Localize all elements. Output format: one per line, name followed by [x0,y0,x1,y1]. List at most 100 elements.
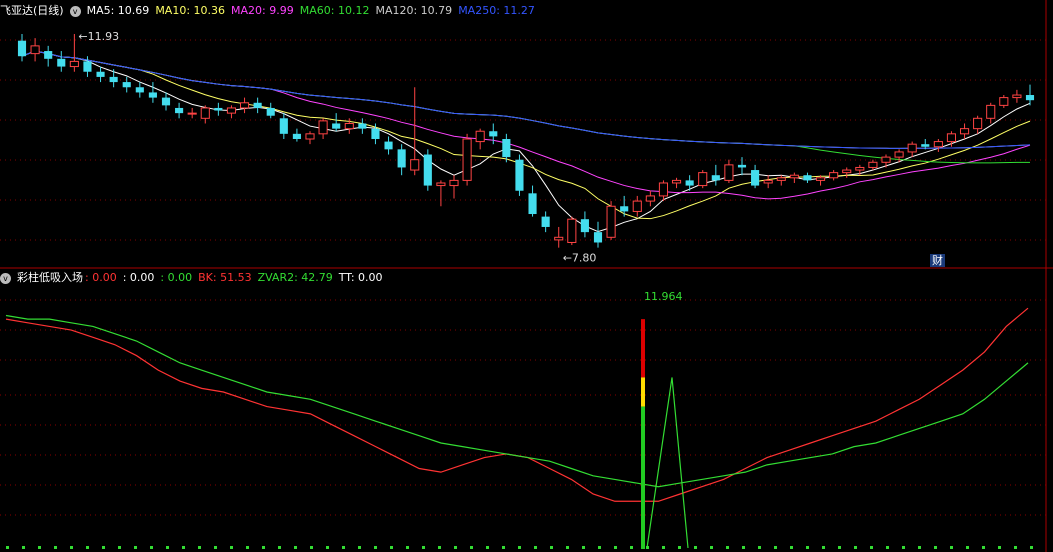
baseline-dot [678,546,681,549]
candle-body [724,164,734,181]
candle-body [83,61,92,72]
indicator-legend: : 0.00: 0.00: 0.00 BK: 51.53 ZVAR2: 42.79 T… [85,271,389,284]
candle-body [475,130,485,143]
baseline-dot [982,546,985,549]
candle-body [894,151,904,158]
baseline-dot [470,546,473,549]
baseline-dot [646,546,649,549]
price-annotation: ←11.93 [78,30,119,43]
candle-body [292,133,301,139]
candle-body [933,141,943,148]
baseline-dot [838,546,841,549]
candle-body [632,200,642,212]
candle-body [698,172,708,187]
candle-body [763,179,773,184]
baseline-dot [902,546,905,549]
candle-body [253,102,262,108]
baseline-dot [566,546,569,549]
candle-body [175,107,184,114]
candle-body [187,112,197,115]
candle-body [658,182,669,197]
baseline-dot [454,546,457,549]
candlesticks [17,33,1035,248]
candle-body [214,107,223,111]
ma-line [21,50,1031,149]
baseline-dot [358,546,361,549]
baseline-dot [630,546,633,549]
baseline-dot [326,546,329,549]
candle-body [410,159,420,171]
candle-body [397,149,406,168]
finance-badge[interactable]: 财 [930,254,945,267]
ma-legend: MA5: 10.69 MA10: 10.36 MA20: 9.99 MA60: 10.… [87,4,541,17]
candle-body [135,87,144,93]
candle-body [17,40,27,57]
settings-icon[interactable]: v [69,5,81,17]
candle-body [423,154,432,186]
legend-item: MA10: 10.36 [155,4,226,17]
candle-body [502,139,511,158]
baseline-dot [694,546,697,549]
candle-body [815,177,826,181]
baseline-dot [950,546,953,549]
baseline-dot [998,546,1001,549]
legend-item: : 0.00 [160,271,193,284]
candle-body [554,236,564,241]
ma-line [21,50,1031,200]
legend-item: TT: 0.00 [338,271,383,284]
candle-body [986,104,996,119]
baseline-dot [86,546,89,549]
baseline-dot [502,546,505,549]
indicator-line [5,314,1029,488]
baseline-dot [534,546,537,549]
baseline-dot [406,546,409,549]
signal-bar-yellow [641,377,645,407]
legend-item: : 0.00 [85,271,117,284]
ma-line [21,50,1031,164]
candle-body [999,97,1009,106]
baseline-dot [1030,546,1033,549]
signal-value-label: 11.964 [644,290,683,303]
candle-body [645,195,655,202]
candle-body [842,169,852,174]
indicator-line [5,307,1029,502]
candle-body [737,164,747,168]
stock-title: 飞亚达(日线) [0,4,64,17]
baseline-dot [6,546,9,549]
candle-body [907,143,917,153]
baseline-dot [422,546,425,549]
candle-body [515,159,524,191]
legend-item: MA60: 10.12 [299,4,370,17]
price-annotation: ←7.80 [563,252,597,265]
baseline-dot [70,546,73,549]
baseline-dot [278,546,281,549]
candle-body [436,182,446,187]
candle-body [567,218,577,243]
candle-body [96,71,105,77]
baseline-dot [486,546,489,549]
baseline-dot [102,546,105,549]
indicator-lines [5,307,1029,502]
baseline-dot [662,546,665,549]
price-header: 飞亚达(日线) v MA5: 10.69 MA10: 10.36 MA20: 9.99 M… [0,2,547,20]
baseline-dot [774,546,777,549]
baseline-dot [150,546,153,549]
candle-body [161,97,171,106]
baseline-dot [966,546,969,549]
candle-body [1012,94,1022,99]
candle-body [751,170,760,186]
candle-body [344,122,354,130]
baseline-dot [198,546,201,549]
candle-body [109,76,118,83]
ma-line [21,50,1031,220]
indicator-settings-icon[interactable]: v [0,272,11,284]
baseline-dot [1014,546,1017,549]
baseline-dot [758,546,761,549]
baseline-dot [742,546,745,549]
legend-item: MA120: 10.79 [375,4,453,17]
candle-body [226,107,237,114]
baseline-dot [806,546,809,549]
baseline-dot [310,546,313,549]
candle-body [803,175,812,181]
baseline-dot [118,546,121,549]
